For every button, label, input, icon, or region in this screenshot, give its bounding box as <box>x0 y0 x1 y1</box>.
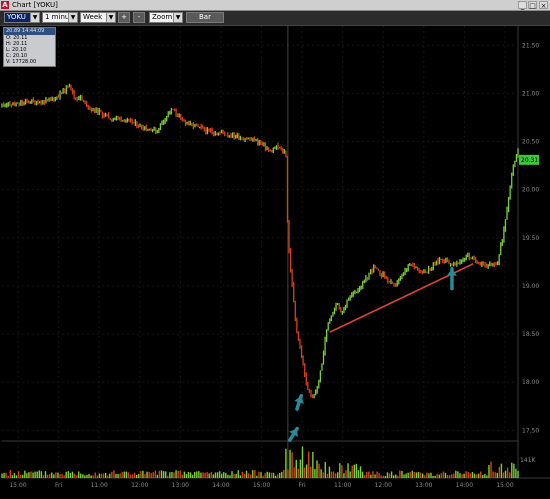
zoom-mode-select[interactable]: Zoom ▼ <box>149 12 183 23</box>
chart-toolbar: YOKU ▼ 1 minute ▼ Week ▼ + - Zoom ▼ Bar <box>0 11 550 26</box>
chevron-down-icon[interactable]: ▼ <box>106 13 115 22</box>
chart-canvas[interactable]: 21.50 21.00 20.50 20.00 19.50 19.00 18.50 18.00… <box>0 26 550 499</box>
time-tick-label: 15:00 <box>496 482 513 489</box>
time-tick-label: Fri <box>55 482 62 489</box>
price-tick-label: 20.50 <box>522 139 539 146</box>
price-tick-label: 21.00 <box>522 90 539 97</box>
time-tick-label: 12:00 <box>375 482 392 489</box>
volume-scale-label: 141K <box>520 457 536 464</box>
period-select[interactable]: Week ▼ <box>80 12 116 23</box>
time-tick-label: 11:00 <box>334 482 351 489</box>
title-bar[interactable]: A Chart [YOKU] _ □ × <box>0 0 550 11</box>
maximize-button[interactable]: □ <box>528 1 537 10</box>
time-tick-label: 15:00 <box>253 482 270 489</box>
price-tick-label: 19.50 <box>522 235 539 242</box>
price-tick-label: 20.00 <box>522 187 539 194</box>
time-tick-label: 13:00 <box>415 482 432 489</box>
price-tick-label: 17.50 <box>522 427 539 434</box>
info-box-header: 20.89 14:44:09 <box>4 28 55 35</box>
chart-window: A Chart [YOKU] _ □ × YOKU ▼ 1 minute ▼ W… <box>0 0 550 499</box>
price-tick-label: 18.00 <box>522 379 539 386</box>
time-tick-label: 13:00 <box>172 482 189 489</box>
current-price-label: 20.31 <box>521 157 538 164</box>
price-chart[interactable]: 21.50 21.00 20.50 20.00 19.50 19.00 18.50 18.00… <box>0 26 550 499</box>
app-logo-icon: A <box>1 1 9 9</box>
chevron-down-icon[interactable]: ▼ <box>68 13 77 22</box>
time-tick-label: 15:00 <box>9 482 26 489</box>
interval-select[interactable]: 1 minute ▼ <box>42 12 78 23</box>
zoom-mode-value: Zoom <box>152 13 173 21</box>
time-tick-label: 14:00 <box>212 482 229 489</box>
price-tick-label: 21.50 <box>522 42 539 49</box>
chart-style-button[interactable]: Bar <box>186 12 224 23</box>
time-tick-label: Fri <box>299 482 306 489</box>
symbol-value: YOKU <box>7 13 26 21</box>
zoom-out-button[interactable]: - <box>133 12 145 23</box>
zoom-in-button[interactable]: + <box>118 12 130 23</box>
ohlc-info-box: 20.89 14:44:09 O: 20.11 H: 20.11 L: 20.1… <box>3 27 56 67</box>
period-value: Week <box>83 13 103 21</box>
chevron-down-icon[interactable]: ▼ <box>30 13 39 22</box>
price-tick-label: 18.50 <box>522 331 539 338</box>
symbol-input[interactable]: YOKU ▼ <box>4 12 40 23</box>
window-title: Chart [YOKU] <box>12 1 58 9</box>
minimize-button[interactable]: _ <box>518 1 527 10</box>
close-button[interactable]: × <box>539 1 548 10</box>
price-tick-label: 19.00 <box>522 283 539 290</box>
chevron-down-icon[interactable]: ▼ <box>173 13 182 22</box>
info-volume: V: 17728.00 <box>6 59 37 65</box>
time-tick-label: 12:00 <box>131 482 148 489</box>
time-tick-label: 14:00 <box>456 482 473 489</box>
time-tick-label: 11:00 <box>91 482 108 489</box>
